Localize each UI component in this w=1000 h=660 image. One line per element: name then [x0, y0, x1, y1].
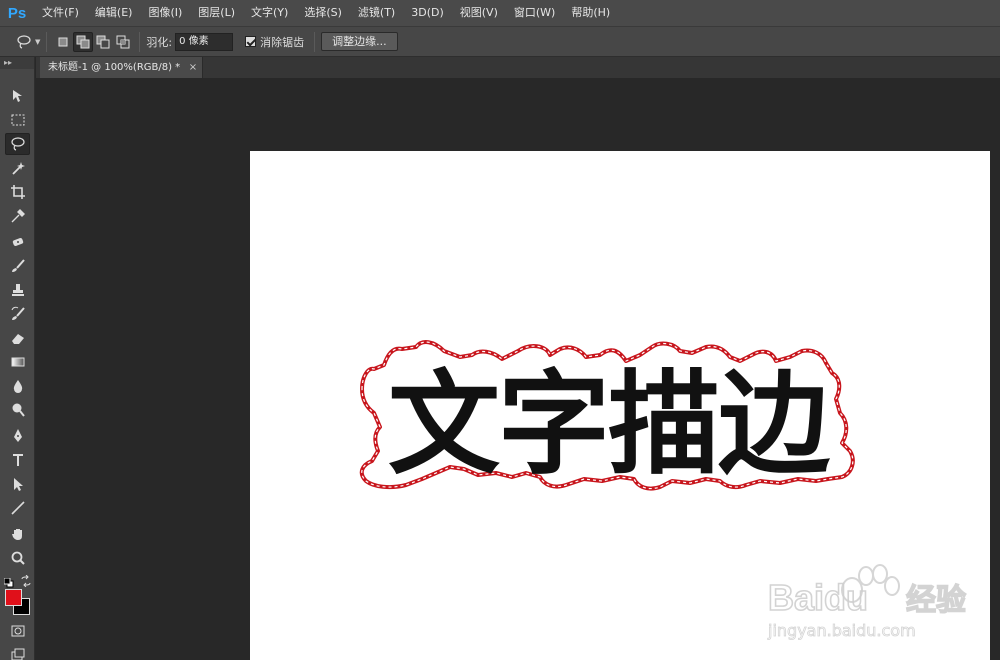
feather-label: 羽化: — [146, 35, 173, 49]
close-icon[interactable]: × — [189, 57, 197, 78]
zoom-tool-icon[interactable] — [5, 547, 30, 569]
divider — [314, 31, 316, 52]
menu-3d[interactable]: 3D(D) — [403, 0, 452, 26]
antialias-checkbox[interactable] — [245, 36, 257, 47]
collapse-panel-icon[interactable]: ▸▸ — [0, 57, 34, 69]
menu-layer[interactable]: 图层(L) — [190, 0, 243, 26]
quick-mask-icon[interactable] — [5, 620, 30, 642]
gradient-tool-icon[interactable] — [5, 351, 30, 373]
type-tool-icon[interactable] — [5, 449, 30, 471]
lasso-tool-icon[interactable] — [5, 133, 30, 155]
tools-panel: ▸▸ — [0, 57, 35, 660]
hand-tool-icon[interactable] — [5, 523, 30, 545]
menu-file[interactable]: 文件(F) — [34, 0, 87, 26]
line-tool-icon[interactable] — [5, 497, 30, 519]
intersect-selection-icon[interactable] — [113, 32, 133, 52]
dodge-tool-icon[interactable] — [5, 399, 30, 421]
feather-input[interactable]: 0 像素 — [175, 32, 234, 51]
canvas-text[interactable]: 文字描边 — [388, 359, 833, 490]
spot-healing-tool-icon[interactable] — [5, 231, 30, 253]
default-colors-icon[interactable] — [3, 573, 14, 588]
blur-tool-icon[interactable] — [5, 375, 30, 397]
document-tab[interactable]: 未标题-1 @ 100%(RGB/8) * × — [40, 57, 204, 78]
marquee-tool-icon[interactable] — [5, 109, 30, 131]
refine-edge-button[interactable]: 调整边缘... — [321, 32, 398, 51]
menu-view[interactable]: 视图(V) — [452, 0, 506, 26]
swap-colors-icon[interactable] — [20, 572, 32, 588]
eraser-tool-icon[interactable] — [5, 327, 30, 349]
crop-tool-icon[interactable] — [5, 181, 30, 203]
move-tool-icon[interactable] — [5, 85, 30, 107]
menu-window[interactable]: 窗口(W) — [506, 0, 563, 26]
menu-type[interactable]: 文字(Y) — [243, 0, 296, 26]
menu-filter[interactable]: 滤镜(T) — [350, 0, 403, 26]
menu-image[interactable]: 图像(I) — [140, 0, 190, 26]
lasso-preset-icon[interactable] — [14, 32, 34, 52]
preset-chevron-down-icon[interactable]: ▼ — [35, 38, 40, 46]
divider — [139, 31, 141, 52]
screen-mode-icon[interactable] — [5, 644, 30, 660]
clone-stamp-tool-icon[interactable] — [5, 279, 30, 301]
path-selection-tool-icon[interactable] — [5, 473, 30, 495]
watermark-url: jingyan.baidu.com — [767, 621, 916, 640]
foreground-color-swatch[interactable] — [5, 589, 22, 606]
add-to-selection-icon[interactable] — [73, 31, 94, 52]
pen-tool-icon[interactable] — [5, 425, 30, 447]
new-selection-icon[interactable] — [53, 32, 73, 52]
baidu-jingyan-watermark: Baidu 经验 jingyan.baidu.com — [766, 550, 996, 650]
magic-wand-tool-icon[interactable] — [5, 157, 30, 179]
menu-bar: Ps 文件(F) 编辑(E) 图像(I) 图层(L) 文字(Y) 选择(S) 滤… — [0, 0, 1000, 26]
menu-edit[interactable]: 编辑(E) — [87, 0, 141, 26]
subtract-from-selection-icon[interactable] — [93, 32, 113, 52]
photoshop-logo: Ps — [7, 4, 27, 22]
menu-select[interactable]: 选择(S) — [296, 0, 350, 26]
antialias-label: 消除锯齿 — [260, 35, 305, 49]
brush-tool-icon[interactable] — [5, 255, 30, 277]
history-brush-tool-icon[interactable] — [5, 303, 30, 325]
eyedropper-tool-icon[interactable] — [5, 205, 30, 227]
document-tab-title: 未标题-1 @ 100%(RGB/8) * — [48, 62, 181, 73]
options-bar: ▼ 羽化: 0 像素 消除锯齿 调整边缘... — [0, 26, 1000, 57]
watermark-brand-cn: 经验 — [906, 583, 966, 618]
document-tab-bar: 未标题-1 @ 100%(RGB/8) * × — [36, 57, 1000, 78]
divider — [46, 31, 48, 52]
watermark-brand: Baidu — [768, 577, 868, 618]
menu-help[interactable]: 帮助(H) — [563, 0, 618, 26]
